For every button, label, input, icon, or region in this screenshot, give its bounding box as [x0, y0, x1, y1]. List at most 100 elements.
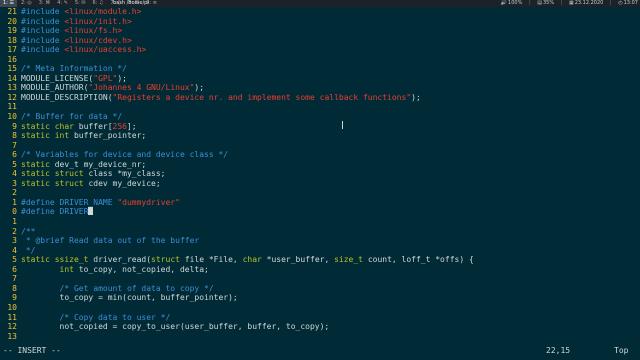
line-number: 4 [12, 169, 17, 179]
code-line[interactable]: 19 #include <linux/fs.h> [0, 26, 640, 36]
code-line[interactable]: 6 int to_copy, not_copied, delta; [0, 265, 640, 275]
code-line[interactable]: 15 /* Meta Information */ [0, 64, 640, 74]
code-line[interactable]: 3 * @brief Read data out of the buffer [0, 236, 640, 246]
code-line[interactable]: 2 /** [0, 227, 640, 237]
volume-level: 100% [508, 0, 523, 6]
text-cursor [88, 207, 94, 216]
code-line[interactable]: 0 #define DRIVER [0, 207, 640, 217]
code-line[interactable]: 12 MODULE_DESCRIPTION("Registers a device… [0, 93, 640, 103]
code-line[interactable]: 10 [0, 303, 640, 313]
code-text: to_copy = min(count, buffer_pointer); [21, 293, 238, 302]
code-line[interactable]: 21 #include <linux/module.h> [0, 7, 640, 17]
code-line[interactable]: 1 #define DRIVER_NAME "dummydriver" [0, 198, 640, 208]
code-text: /* Copy data to user */ [21, 313, 171, 322]
tray-separator: | [609, 0, 612, 6]
code-token: count, loff_t *offs) { [367, 255, 474, 265]
top-status-bar: 1: ☰ 2: ◎ 3: ⌘ 4: ✎ 5: ✉ 6: ♫ 7: ⬡ 8: ☷ 9: ≡ bas… [0, 0, 640, 7]
workspace-button-5[interactable]: 5: ✉ [72, 0, 89, 7]
calendar-icon: ▦ [568, 0, 574, 6]
code-token: /* Variables for device and device class… [21, 150, 229, 160]
time-text: 13:07 [623, 0, 638, 6]
code-token: char [242, 255, 267, 265]
line-number: 10 [7, 302, 17, 312]
line-number: 11 [7, 312, 17, 322]
code-text: static dev_t my_device_nr; [21, 160, 146, 169]
code-line[interactable]: 1 [0, 217, 640, 227]
code-line[interactable]: 11 [0, 102, 640, 112]
code-token: #include [21, 45, 65, 55]
code-text: /** [21, 227, 35, 236]
workspace-button-3[interactable]: 3: ⌘ [36, 0, 53, 7]
code-text: int to_copy, not_copied, delta; [21, 265, 209, 274]
code-token: "Johannes 4 GNU/Linux" [88, 83, 195, 93]
code-token: */ [21, 245, 36, 255]
code-text: #include <linux/init.h> [21, 17, 132, 26]
code-line[interactable]: 20 #include <linux/init.h> [0, 17, 640, 27]
code-line[interactable]: 8 static int buffer_pointer; [0, 131, 640, 141]
line-number: 21 [7, 7, 17, 16]
line-number: 18 [7, 35, 17, 45]
code-text: static struct class *my_class; [21, 169, 166, 178]
code-text: /* Buffer for data */ [21, 112, 122, 121]
vim-editor[interactable]: 21 #include <linux/module.h> 20 #include <l… [0, 7, 640, 342]
code-text: #include <linux/module.h> [21, 7, 141, 16]
code-text: /* Get amount of data to copy */ [21, 284, 214, 293]
code-token: driver_read( [93, 255, 152, 265]
code-line[interactable]: 5 static dev_t my_device_nr; [0, 160, 640, 170]
line-number: 9 [12, 293, 17, 303]
code-line[interactable]: 7 [0, 141, 640, 151]
code-text: MODULE_DESCRIPTION("Registers a device n… [21, 93, 421, 102]
line-number: 13 [7, 83, 17, 93]
code-line[interactable]: 13 MODULE_AUTHOR("Johannes 4 GNU/Linux"); [0, 83, 640, 93]
workspace-button-2[interactable]: 2: ◎ [18, 0, 35, 7]
code-token: static char [21, 121, 79, 131]
workspace-button-6[interactable]: 6: ♫ [90, 0, 107, 7]
code-token: MODULE_LICENSE( [21, 73, 94, 83]
code-token: ); [194, 83, 205, 93]
code-line[interactable]: 12 not_copied = copy_to_user(user_buffer… [0, 322, 640, 332]
code-line[interactable]: 9 to_copy = min(count, buffer_pointer); [0, 293, 640, 303]
line-number: 7 [12, 274, 17, 284]
cpu-usage: 35% [542, 0, 555, 6]
code-line[interactable]: 9 static char buffer[256]; [0, 122, 640, 132]
code-token: to_copy = min(count, buffer_pointer); [21, 293, 238, 303]
code-line[interactable]: 17 #include <linux/uaccess.h> [0, 45, 640, 55]
vim-status-line: -- INSERT -- 22,15 Top [0, 342, 640, 360]
code-line[interactable]: 2 [0, 188, 640, 198]
workspace-button-1[interactable]: 1: ☰ [0, 0, 17, 7]
code-token: #define DRIVER [21, 207, 89, 217]
code-line[interactable]: 6 /* Variables for device and device clas… [0, 150, 640, 160]
code-token: #include [21, 35, 65, 45]
line-number: 5 [12, 255, 17, 265]
system-tray: 🔊100% | ▤35% | ▦23.12.2020 | ◴13:07 [496, 0, 638, 7]
workspace-button-4[interactable]: 4: ✎ [54, 0, 71, 7]
code-text: static int buffer_pointer; [21, 131, 146, 140]
code-line[interactable]: 11 /* Copy data to user */ [0, 313, 640, 323]
code-line[interactable]: 16 [0, 55, 640, 65]
code-line[interactable]: 10 /* Buffer for data */ [0, 112, 640, 122]
scroll-position: Top [614, 346, 629, 355]
code-token: ]; [126, 121, 137, 131]
code-line[interactable]: 8 /* Get amount of data to copy */ [0, 284, 640, 294]
code-line[interactable]: 14 MODULE_LICENSE("GPL"); [0, 74, 640, 84]
tray-separator: | [528, 0, 531, 6]
code-line[interactable]: 5 static ssize_t driver_read(struct file … [0, 255, 640, 265]
line-number: 1 [12, 197, 17, 207]
code-line[interactable]: 4 */ [0, 246, 640, 256]
code-line[interactable]: 18 #include <linux/cdev.h> [0, 36, 640, 46]
code-token: #include [21, 7, 65, 16]
code-line[interactable]: 13 [0, 332, 640, 342]
code-line[interactable]: 3 static struct cdev my_device; [0, 179, 640, 189]
code-token: *user_buffer, [266, 255, 335, 265]
code-token: <linux/cdev.h> [64, 35, 132, 45]
code-token: #define DRIVER_NAME [21, 197, 118, 207]
code-token: file *File, [184, 255, 243, 265]
code-token: dev_t my_device_nr; [54, 159, 147, 169]
code-line[interactable]: 4 static struct class *my_class; [0, 169, 640, 179]
line-number: 16 [7, 54, 17, 64]
code-token: ); [117, 73, 127, 83]
code-token: <linux/uaccess.h> [64, 45, 147, 55]
code-line[interactable]: 7 [0, 274, 640, 284]
code-token: <linux/fs.h> [64, 26, 123, 36]
